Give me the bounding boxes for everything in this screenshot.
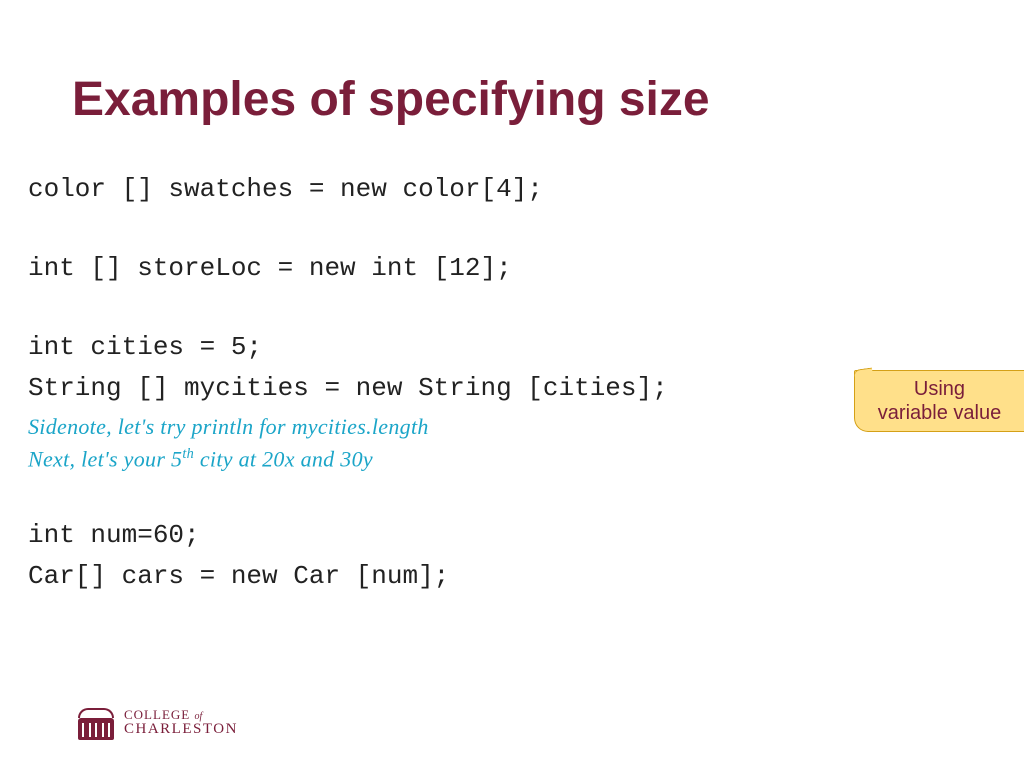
code-line-3: int cities = 5; (28, 328, 1004, 367)
callout-line2: variable value (878, 402, 1001, 424)
callout-line1: Using (914, 378, 965, 400)
code-line-1: color [] swatches = new color[4]; (28, 170, 1004, 209)
seal-icon (78, 704, 114, 740)
code-line-2: int [] storeLoc = new int [12]; (28, 249, 1004, 288)
logo-row2: CHARLESTON (124, 722, 238, 737)
callout-note: Using variable value (854, 370, 1024, 432)
code-line-6: Car[] cars = new Car [num]; (28, 557, 1004, 596)
slide-title: Examples of specifying size (72, 72, 710, 127)
sidenote-2-post: city at 20x and 30y (194, 446, 373, 471)
logo-of: of (194, 711, 202, 722)
logo-text: COLLEGE of CHARLESTON (124, 708, 238, 737)
sidenote-2-pre: Next, let's your 5 (28, 446, 182, 471)
sidenote-2: Next, let's your 5th city at 20x and 30y (28, 446, 1004, 472)
college-logo: COLLEGE of CHARLESTON (78, 704, 238, 740)
sidenote-2-sup: th (182, 446, 194, 462)
code-line-5: int num=60; (28, 516, 1004, 555)
logo-row1a: COLLEGE (124, 707, 190, 722)
